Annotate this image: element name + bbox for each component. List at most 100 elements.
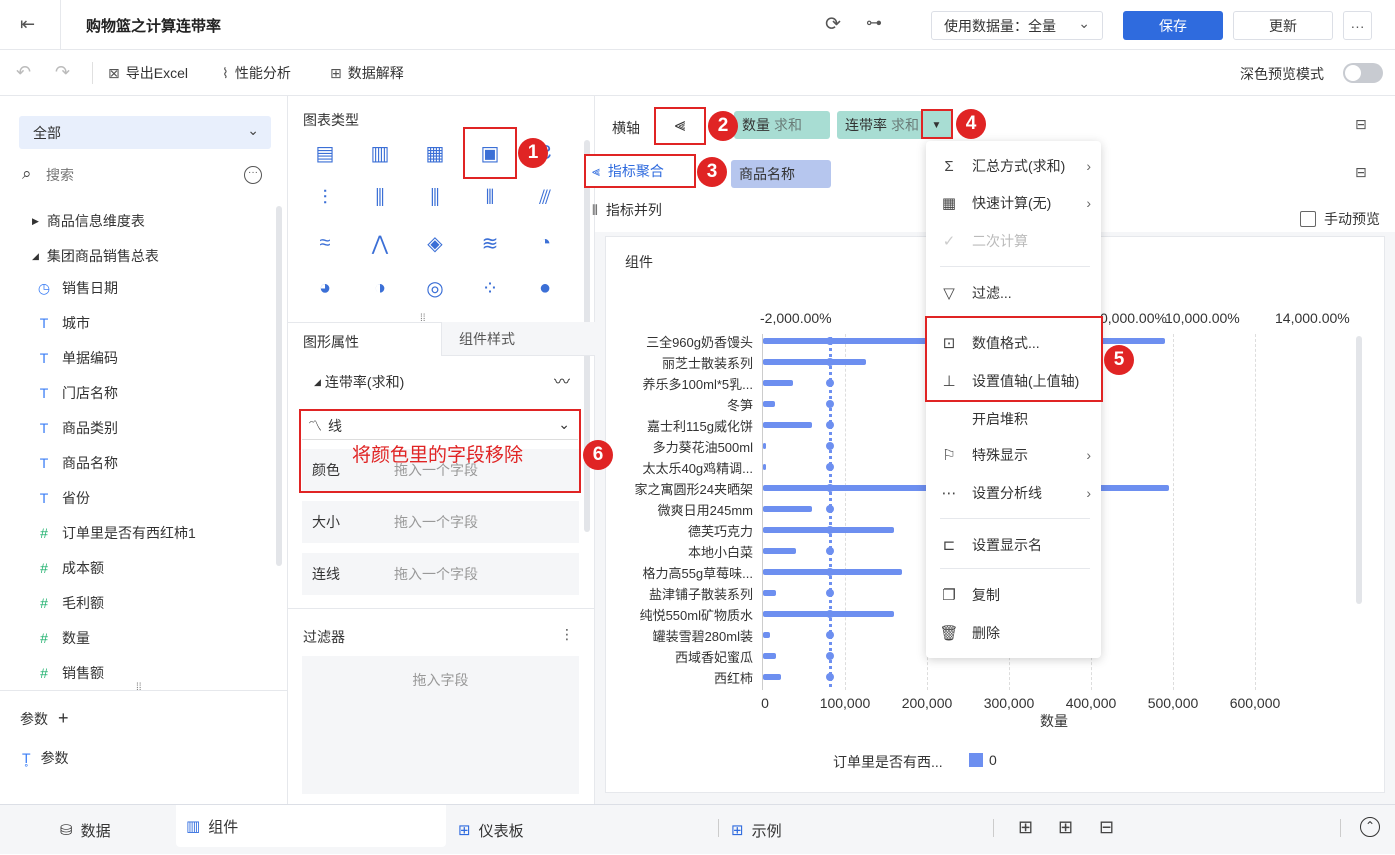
legend-value[interactable]: 0: [989, 752, 997, 768]
field-pill-quantity[interactable]: 数量 求和: [734, 111, 830, 139]
bar[interactable]: [763, 464, 766, 470]
field-item[interactable]: # 订单里是否有西红柿1: [36, 523, 196, 543]
gauge-icon[interactable]: ◔: [529, 229, 561, 257]
donut-icon[interactable]: ◑: [364, 274, 396, 302]
field-pill-rate[interactable]: 连带率 求和: [837, 111, 927, 139]
redo-icon[interactable]: ↷: [55, 62, 70, 83]
menu-item[interactable]: ⚐ 特殊显示 ›: [926, 440, 1101, 470]
menu-item[interactable]: ▦ 快速计算(无) ›: [926, 188, 1101, 218]
line-point[interactable]: [826, 568, 834, 576]
field-item[interactable]: T 门店名称: [36, 383, 118, 403]
more-vertical-icon[interactable]: ⋮: [560, 626, 574, 643]
bar[interactable]: [763, 590, 776, 596]
checkbox[interactable]: [1300, 211, 1316, 227]
menu-item[interactable]: 🗑 删除: [926, 618, 1101, 648]
property-row[interactable]: 大小 拖入一个字段: [302, 501, 579, 543]
bar[interactable]: [763, 422, 812, 428]
bar[interactable]: [763, 380, 793, 386]
menu-item[interactable]: ⊏ 设置显示名: [926, 530, 1101, 560]
data-usage-select[interactable]: 使用数据量：全量 ⌄: [931, 11, 1103, 40]
field-item[interactable]: T 商品类别: [36, 418, 118, 438]
field-item[interactable]: # 销售额: [36, 663, 104, 683]
bar[interactable]: [763, 548, 796, 554]
param-item[interactable]: T̥ 参数: [22, 748, 69, 768]
bar[interactable]: [763, 506, 812, 512]
field-item[interactable]: # 毛利额: [36, 593, 104, 613]
table-item[interactable]: ◢ 集团商品销售总表: [32, 246, 159, 266]
menu-item[interactable]: 开启堆积: [926, 404, 1101, 434]
line-point[interactable]: [826, 358, 834, 366]
tab-style[interactable]: 组件样式: [441, 322, 595, 356]
pie-icon[interactable]: ◕: [309, 274, 341, 302]
line-point[interactable]: [826, 610, 834, 618]
field-item[interactable]: # 数量: [36, 628, 90, 648]
data-explain-button[interactable]: ⊞ 数据解释: [330, 63, 404, 83]
line-point[interactable]: [826, 547, 834, 555]
area-icon[interactable]: ≋: [474, 229, 506, 257]
stacked-bar-icon[interactable]: ⫴: [474, 184, 506, 212]
line-point[interactable]: [826, 505, 834, 513]
detail-table-icon[interactable]: ▦: [419, 139, 451, 167]
line-point[interactable]: [826, 442, 834, 450]
radar-area-icon[interactable]: ◈: [419, 229, 451, 257]
rose-icon[interactable]: ◎: [419, 274, 451, 302]
scatter-icon[interactable]: ⁘: [474, 274, 506, 302]
line-point[interactable]: [826, 379, 834, 387]
menu-item[interactable]: ❐ 复制: [926, 580, 1101, 610]
scrollbar[interactable]: [1356, 336, 1362, 604]
shelf-settings-icon[interactable]: ⊟: [1355, 116, 1367, 133]
shelf-settings-icon[interactable]: ⊟: [1355, 164, 1367, 181]
field-item[interactable]: T 单据编码: [36, 348, 118, 368]
scrollbar[interactable]: [276, 206, 282, 566]
bubble-icon[interactable]: ●: [529, 274, 561, 302]
update-button[interactable]: 更新: [1233, 11, 1333, 40]
drag-handle-icon[interactable]: ⁞⁞: [136, 682, 142, 693]
line-icon[interactable]: ≈: [309, 229, 341, 257]
bar[interactable]: [763, 443, 766, 449]
bar[interactable]: [763, 359, 866, 365]
add-dashboard-icon[interactable]: ⊞: [1058, 817, 1073, 838]
menu-item[interactable]: ✓ 二次计算: [926, 226, 1101, 256]
add-story-icon[interactable]: ⊟: [1099, 817, 1114, 838]
parallel-mode-option[interactable]: ⫴ 指标并列: [590, 200, 662, 220]
crosstab-icon[interactable]: ▥: [364, 139, 396, 167]
menu-item[interactable]: ⋯ 设置分析线 ›: [926, 478, 1101, 508]
bar[interactable]: [763, 632, 770, 638]
line-chart-icon[interactable]: 〰: [554, 368, 570, 392]
grouped-column-icon[interactable]: ⫼: [419, 184, 451, 212]
field-item[interactable]: T 省份: [36, 488, 90, 508]
line-point[interactable]: [826, 673, 834, 681]
undo-icon[interactable]: ↶: [16, 62, 31, 83]
radar-icon[interactable]: ⋀: [364, 229, 396, 257]
field-pill-product[interactable]: 商品名称: [731, 160, 831, 188]
performance-button[interactable]: ⌇ 性能分析: [222, 63, 291, 83]
link-icon[interactable]: ⊶: [866, 13, 882, 33]
tab-example[interactable]: ⊞ 示例: [731, 805, 782, 855]
line-point[interactable]: [826, 652, 834, 660]
field-item[interactable]: T 商品名称: [36, 453, 118, 473]
tab-data[interactable]: ⛁ 数据: [60, 805, 111, 855]
field-item[interactable]: T 城市: [36, 313, 90, 333]
line-point[interactable]: [826, 337, 834, 345]
more-button[interactable]: ···: [1343, 11, 1372, 40]
add-icon[interactable]: +: [58, 708, 69, 729]
series-row[interactable]: ◢ 连带率(求和): [314, 372, 404, 392]
table-select[interactable]: 全部 ⌄: [19, 116, 271, 149]
dark-mode-toggle[interactable]: [1343, 63, 1383, 83]
line-point[interactable]: [826, 400, 834, 408]
line-point[interactable]: [826, 631, 834, 639]
add-component-icon[interactable]: ⊞: [1018, 817, 1033, 838]
line-point[interactable]: [826, 463, 834, 471]
bar[interactable]: [763, 401, 775, 407]
bar-icon[interactable]: ⫶: [309, 184, 341, 212]
bar[interactable]: [763, 674, 781, 680]
tab-dashboard[interactable]: ⊞ 仪表板: [458, 805, 524, 855]
back-icon[interactable]: ⇤: [20, 14, 35, 35]
waterfall-icon[interactable]: ⫻: [529, 184, 561, 212]
save-button[interactable]: 保存: [1123, 11, 1223, 40]
search-input[interactable]: [46, 164, 226, 186]
refresh-icon[interactable]: ⟳: [825, 13, 841, 36]
property-row[interactable]: 连线 拖入一个字段: [302, 553, 579, 595]
collapse-icon[interactable]: ⌃: [1360, 817, 1380, 837]
field-item[interactable]: # 成本额: [36, 558, 104, 578]
